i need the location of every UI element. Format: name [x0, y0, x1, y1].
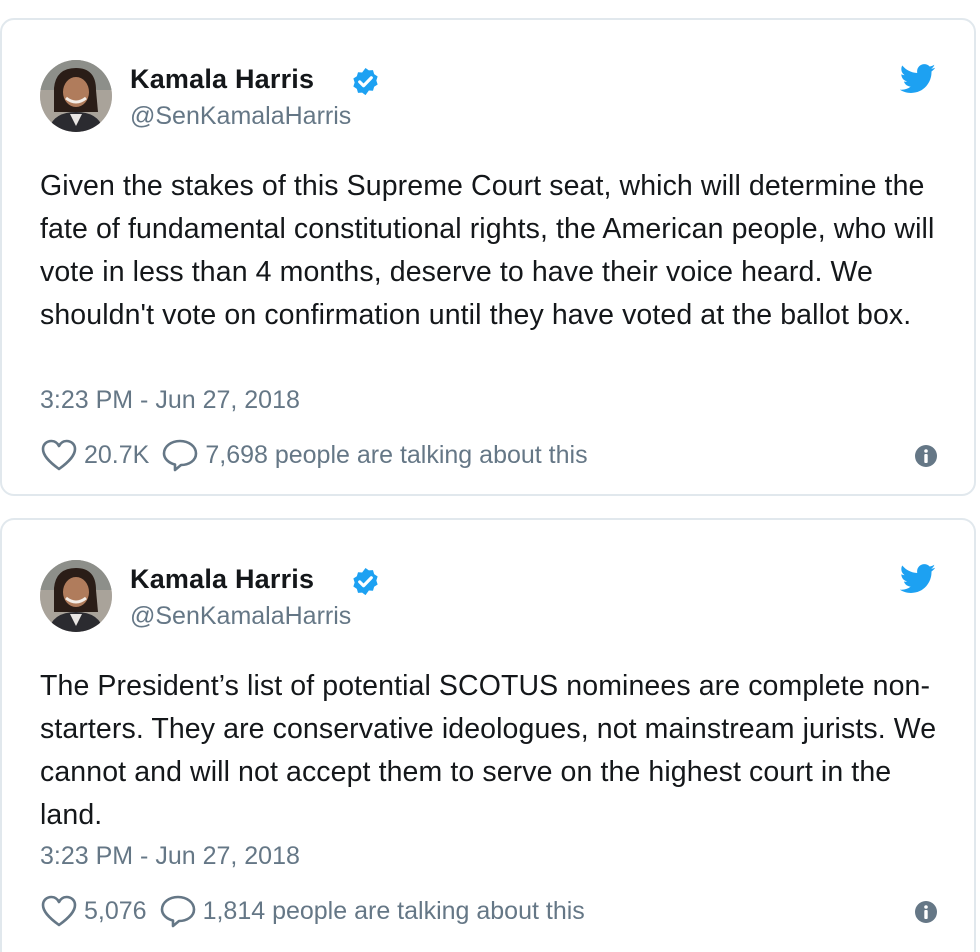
verified-badge-icon — [353, 567, 378, 596]
author-name[interactable]: Kamala Harris — [130, 64, 314, 95]
verified-badge-icon — [353, 67, 378, 96]
twitter-bird-icon[interactable] — [900, 64, 936, 94]
tweet-text: Given the stakes of this Supreme Court s… — [40, 170, 935, 331]
heart-icon[interactable] — [40, 894, 78, 928]
author-handle[interactable]: @SenKamalaHarris — [130, 602, 351, 631]
info-icon[interactable] — [914, 444, 938, 468]
twitter-bird-icon[interactable] — [900, 564, 936, 594]
reply-bubble-icon[interactable] — [159, 894, 197, 928]
like-count[interactable]: 5,076 — [84, 897, 147, 926]
tweet-actions: 5,076 1,814 people are talking about thi… — [40, 894, 585, 928]
author-handle[interactable]: @SenKamalaHarris — [130, 102, 351, 131]
tweet-timestamp[interactable]: 3:23 PM - Jun 27, 2018 — [40, 386, 300, 415]
tweet-actions: 20.7K 7,698 people are talking about thi… — [40, 438, 588, 472]
reply-bubble-icon[interactable] — [161, 438, 199, 472]
tweet-timestamp[interactable]: 3:23 PM - Jun 27, 2018 — [40, 842, 300, 871]
avatar-image — [40, 60, 112, 132]
tweet-card[interactable]: Kamala Harris @SenKamalaHarris The Presi… — [0, 518, 976, 952]
author-name[interactable]: Kamala Harris — [130, 564, 314, 595]
heart-icon[interactable] — [40, 438, 78, 472]
conversation-count[interactable]: 7,698 people are talking about this — [205, 441, 587, 470]
conversation-count[interactable]: 1,814 people are talking about this — [203, 897, 585, 926]
info-icon[interactable] — [914, 900, 938, 924]
avatar[interactable] — [40, 60, 112, 132]
avatar[interactable] — [40, 560, 112, 632]
like-count[interactable]: 20.7K — [84, 441, 149, 470]
avatar-image — [40, 560, 112, 632]
tweet-text: The President’s list of potential SCOTUS… — [40, 670, 937, 831]
tweet-card[interactable]: Kamala Harris @SenKamalaHarris Given the… — [0, 18, 976, 496]
